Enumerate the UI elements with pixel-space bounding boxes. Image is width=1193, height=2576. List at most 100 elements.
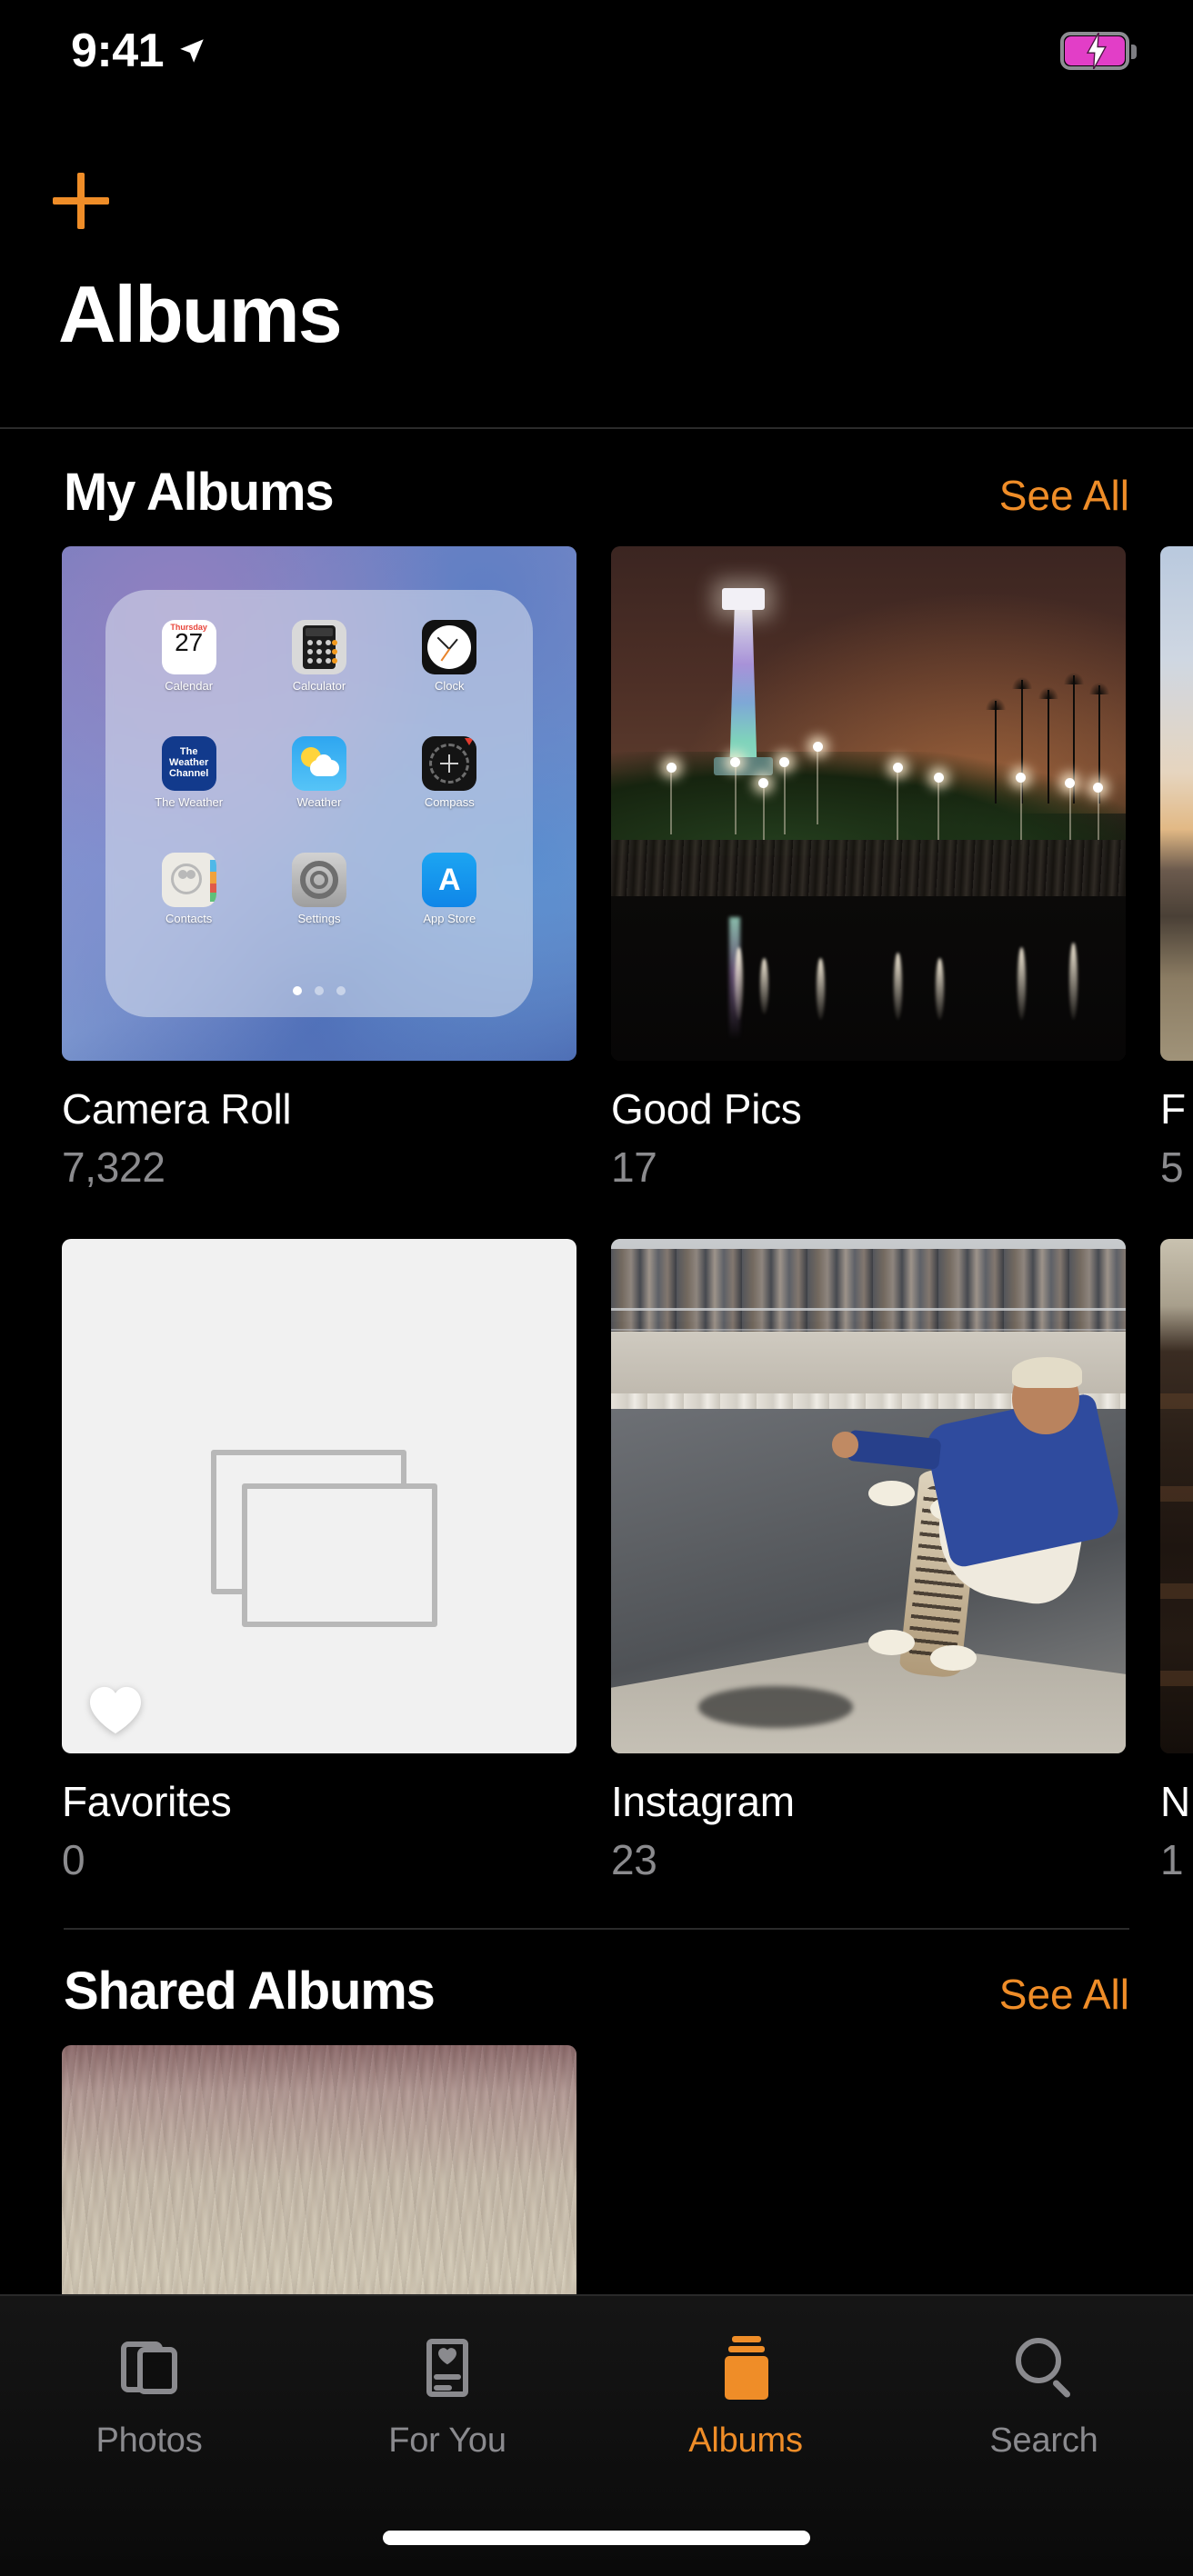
app-the-weather: The Weather Channel The Weather <box>131 735 246 845</box>
album-thumbnail-camera-roll[interactable]: Thursday 27 Calendar Calculator Clock Th… <box>62 546 576 1061</box>
albums-stack-icon <box>712 2334 779 2401</box>
album-count: 23 <box>611 1836 657 1883</box>
album-thumbnail-shared-1[interactable] <box>62 2045 576 2294</box>
grid-row-gap <box>0 1192 1193 1239</box>
lighthouse-at-night-photo <box>611 546 1126 1061</box>
album-count: 1 <box>1160 1836 1184 1883</box>
my-albums-grid-row-1: Thursday 27 Calendar Calculator Clock Th… <box>0 546 1193 1192</box>
page-dots <box>105 986 533 996</box>
status-bar-clock: 9:41 <box>71 25 165 77</box>
tab-photos[interactable]: Photos <box>0 2296 298 2496</box>
my-albums-grid-row-2: Favorites 0 Instagram 23 N 1 <box>0 1239 1193 1884</box>
albums-scroll-view[interactable]: My Albums See All Thursday 27 Calendar C… <box>0 431 1193 2294</box>
tab-albums[interactable]: Albums <box>596 2296 895 2496</box>
location-arrow-icon <box>180 39 204 63</box>
app-label: App Store <box>423 911 476 925</box>
settings-gear-icon <box>291 852 346 907</box>
home-indicator[interactable] <box>383 2531 810 2545</box>
app-label: Compass <box>424 794 475 809</box>
album-count: 7,322 <box>62 1143 165 1191</box>
clock-icon <box>422 619 477 674</box>
app-label: Contacts <box>165 911 213 925</box>
app-label: Weather <box>296 794 342 809</box>
album-thumbnail-good-pics[interactable] <box>611 546 1126 1061</box>
compass-icon <box>422 735 477 791</box>
heart-icon <box>90 1687 142 1734</box>
page-dot <box>292 986 302 996</box>
album-cell[interactable]: Instagram 23 <box>611 1239 1126 1884</box>
section-title: Shared Albums <box>64 1962 436 2021</box>
photos-stack-icon <box>115 2334 183 2401</box>
status-bar-right <box>1060 32 1137 70</box>
dark-interior-photo <box>1160 1239 1193 1753</box>
status-bar: 9:41 <box>0 0 1193 102</box>
tab-label: Photos <box>95 2421 203 2460</box>
tab-for-you[interactable]: For You <box>298 2296 596 2496</box>
sandy-shoreline-photo <box>62 2045 576 2294</box>
calendar-icon: Thursday 27 <box>161 619 216 674</box>
charging-bolt-icon <box>1086 33 1108 69</box>
album-cell[interactable]: Thursday 27 Calendar Calculator Clock Th… <box>62 546 576 1192</box>
see-all-shared-albums-button[interactable]: See All <box>999 1970 1129 2019</box>
calculator-icon <box>291 619 346 674</box>
app-app-store: A App Store <box>392 852 507 962</box>
tab-label: For You <box>388 2421 506 2460</box>
page-title: Albums <box>58 269 343 359</box>
album-title: Favorites <box>62 1778 232 1825</box>
magnifier-icon <box>1010 2334 1078 2401</box>
ios-home-screen-folder-screenshot: Thursday 27 Calendar Calculator Clock Th… <box>62 546 576 1061</box>
tab-list: Photos For You Albums Search <box>0 2296 1193 2496</box>
album-thumbnail-partial-1[interactable] <box>1160 546 1193 1061</box>
tab-label: Search <box>989 2421 1098 2460</box>
heart-icon <box>438 2348 456 2365</box>
skateboarder-in-bowl-photo <box>611 1239 1126 1753</box>
album-count: 17 <box>611 1143 657 1191</box>
album-thumbnail-instagram[interactable] <box>611 1239 1126 1753</box>
album-title: Camera Roll <box>62 1085 292 1133</box>
album-count: 0 <box>62 1836 85 1883</box>
album-thumbnail-partial-2[interactable] <box>1160 1239 1193 1753</box>
contacts-icon <box>161 852 216 907</box>
sunset-landscape-photo <box>1160 546 1193 1061</box>
app-settings: Settings <box>262 852 377 962</box>
app-weather: Weather <box>262 735 377 845</box>
section-title: My Albums <box>64 463 335 522</box>
album-cell[interactable]: Favorites 0 <box>62 1239 576 1884</box>
tab-search[interactable]: Search <box>895 2296 1193 2496</box>
app-clock: Clock <box>392 619 507 729</box>
battery-charging-icon <box>1060 32 1137 70</box>
app-compass: Compass <box>392 735 507 845</box>
empty-album-placeholder <box>62 1239 576 1753</box>
for-you-card-heart-icon <box>414 2334 481 2401</box>
see-all-my-albums-button[interactable]: See All <box>999 471 1129 520</box>
tab-label: Albums <box>688 2421 803 2460</box>
shared-albums-grid <box>0 2045 1193 2294</box>
album-title: Instagram <box>611 1778 795 1825</box>
app-grid: Thursday 27 Calendar Calculator Clock Th… <box>131 619 507 962</box>
app-calendar: Thursday 27 Calendar <box>131 619 246 729</box>
album-cell[interactable]: F 5 <box>1160 546 1193 1192</box>
album-title: N <box>1160 1778 1190 1825</box>
app-store-icon: A <box>422 852 477 907</box>
status-bar-left: 9:41 <box>71 24 207 78</box>
album-title: F <box>1160 1085 1186 1133</box>
page-dot <box>336 986 346 996</box>
album-cell[interactable] <box>62 2045 576 2294</box>
page-dot <box>314 986 324 996</box>
album-thumbnail-favorites[interactable] <box>62 1239 576 1753</box>
weather-channel-icon: The Weather Channel <box>161 735 216 791</box>
add-album-button[interactable] <box>53 173 109 229</box>
nav-divider <box>0 427 1193 429</box>
app-contacts: Contacts <box>131 852 246 962</box>
album-cell[interactable]: Good Pics 17 <box>611 546 1126 1192</box>
app-label: Calculator <box>292 678 346 693</box>
album-title: Good Pics <box>611 1085 802 1133</box>
navigation-bar: Albums <box>0 102 1193 429</box>
album-cell[interactable]: N 1 <box>1160 1239 1193 1884</box>
app-folder: Thursday 27 Calendar Calculator Clock Th… <box>105 590 533 1017</box>
app-label: The Weather <box>155 794 224 809</box>
album-count: 5 <box>1160 1143 1184 1191</box>
weather-icon <box>291 735 346 791</box>
app-label: Calendar <box>165 678 214 693</box>
section-header-shared-albums: Shared Albums See All <box>0 1930 1193 2045</box>
